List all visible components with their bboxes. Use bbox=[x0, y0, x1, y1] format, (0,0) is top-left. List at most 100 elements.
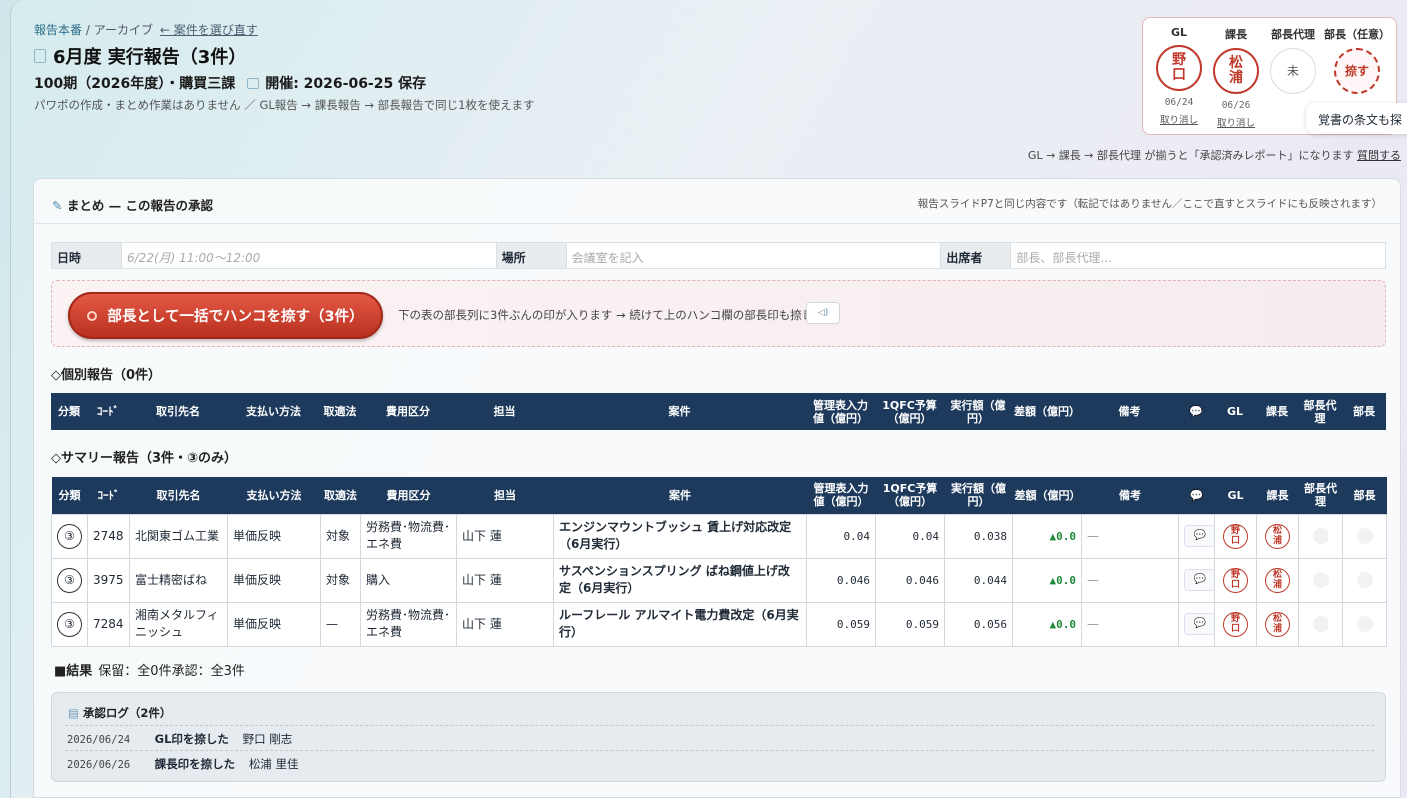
date-input[interactable]: 6/22(月) 11:00～12:00 bbox=[122, 243, 497, 268]
category-badge: ③ bbox=[57, 523, 82, 549]
cell-diff: ▲0.0 bbox=[1012, 557, 1082, 603]
header-col-memo: 備考 bbox=[1081, 477, 1179, 514]
cell-director bbox=[1342, 601, 1387, 647]
hanko-mark: 松 浦 bbox=[1272, 614, 1282, 634]
header-col-code: ｺｰﾄﾞ bbox=[87, 393, 129, 430]
breadcrumb: 報告本番 / アーカイブ ← 案件を選び直す bbox=[34, 21, 258, 38]
comment-button[interactable]: 💬 bbox=[1184, 569, 1214, 591]
header-col-manager: 課長 bbox=[1256, 393, 1298, 430]
header-col-cost: 費用区分 bbox=[360, 393, 456, 430]
hanko-deputy: 未 bbox=[1270, 48, 1316, 94]
card-title-text: まとめ — この報告の承認 bbox=[66, 198, 214, 213]
bulk-stamp-button[interactable]: 部長として一括でハンコを捺す（3件） bbox=[68, 292, 383, 339]
attendee-input[interactable]: 部長、部長代理… bbox=[1011, 243, 1385, 268]
speaker-icon[interactable]: ◁) bbox=[806, 302, 840, 324]
header-col-diff: 差額（億円） bbox=[1012, 477, 1082, 514]
deputy-hanko-empty[interactable] bbox=[1312, 528, 1329, 544]
cell-payment: 単価反映 bbox=[227, 601, 321, 647]
header-col-law: 取適法 bbox=[320, 393, 360, 430]
breadcrumb-home[interactable]: 報告本番 bbox=[34, 23, 82, 37]
director-hanko-empty[interactable] bbox=[1356, 616, 1373, 632]
place-input[interactable]: 会議室を記入 bbox=[567, 243, 942, 268]
stamp-deputy: 部長代理 未 bbox=[1265, 26, 1321, 94]
flow-text: GL → 課長 → 部長代理 が揃うと「承認済みレポート」になります bbox=[1027, 149, 1354, 162]
comment-icon: 💬 bbox=[1193, 530, 1207, 541]
header-col-code: ｺｰﾄﾞ bbox=[87, 477, 130, 514]
stamp-manager: 課長 松 浦 06/26 取り消し bbox=[1208, 26, 1264, 129]
cell-comment: 💬 bbox=[1178, 557, 1215, 603]
card-title: ✎ まとめ — この報告の承認 bbox=[52, 195, 213, 214]
comment-icon: 💬 bbox=[1193, 618, 1207, 629]
deputy-hanko-empty[interactable] bbox=[1312, 572, 1329, 588]
log-action: GL印を捺した bbox=[154, 732, 229, 746]
cell-manager: 松 浦 bbox=[1256, 513, 1299, 559]
gl-hanko: 野 口 bbox=[1223, 523, 1248, 549]
header-col-mgmt: 管理表入力値（億円） bbox=[806, 477, 876, 514]
header-col-category: 分類 bbox=[51, 477, 88, 514]
cell-manager: 松 浦 bbox=[1256, 601, 1299, 647]
director-hanko-empty[interactable] bbox=[1356, 572, 1373, 588]
place-label: 場所 bbox=[496, 243, 567, 268]
cell-code: 7284 bbox=[87, 601, 130, 647]
header-col-item: 案件 bbox=[553, 393, 806, 430]
bulk-stamp-desc: 下の表の部長列に3件ぶんの印が入ります → 続けて上のハンコ欄の部長印も捺します bbox=[398, 308, 837, 322]
meeting-date: 開催: 2026-06-25 保存 bbox=[265, 76, 427, 92]
header-col-comment: 💬 bbox=[1178, 477, 1215, 514]
gl-hanko: 野 口 bbox=[1223, 567, 1248, 593]
cell-diff: ▲0.0 bbox=[1012, 601, 1082, 647]
bulk-stamp-label: 部長として一括でハンコを捺す（3件） bbox=[107, 309, 364, 325]
header-col-owner: 担当 bbox=[456, 393, 553, 430]
cell-director bbox=[1342, 557, 1387, 603]
deputy-hanko-empty[interactable] bbox=[1312, 616, 1329, 632]
hanko-director-button[interactable]: 捺す bbox=[1334, 48, 1380, 94]
cell-payment: 単価反映 bbox=[227, 557, 321, 603]
hanko-mark: 松 浦 bbox=[1272, 526, 1282, 546]
header-col-fc: 1QFC予算（億円） bbox=[875, 477, 945, 514]
summary-card: ✎ まとめ — この報告の承認 報告スライドP7と同じ内容です（転記ではありませ… bbox=[33, 178, 1401, 798]
cancel-manager-link[interactable]: 取り消し bbox=[1208, 115, 1264, 129]
header-col-deputy: 部長代理 bbox=[1298, 393, 1342, 430]
hanko-mark: 松 浦 bbox=[1272, 570, 1282, 590]
cell-owner: 山下 蓮 bbox=[456, 601, 554, 647]
stamp-role: GL bbox=[1170, 26, 1188, 39]
cell-category: ③ bbox=[51, 601, 88, 647]
log-title: ▤ 承認ログ（2件） bbox=[68, 705, 171, 721]
header-col-item: 案件 bbox=[553, 477, 807, 514]
ask-question-link[interactable]: 質問する bbox=[1357, 149, 1401, 162]
period-label: 100期（2026年度）・購買三課 bbox=[34, 76, 236, 92]
cell-item: エンジンマウントブッシュ 賃上げ対応改定（6月実行） bbox=[553, 513, 807, 559]
back-link[interactable]: ← 案件を選び直す bbox=[160, 23, 258, 37]
page-title: 6月度 実行報告（3件） bbox=[34, 43, 246, 69]
cell-cost: 労務費･物流費･エネ費 bbox=[360, 601, 457, 647]
header-col-gl: GL bbox=[1214, 393, 1256, 430]
page-subtitle: パワポの作成・まとめ作業はありません ／ GL報告 → 課長報告 → 部長報告で… bbox=[34, 98, 535, 112]
cancel-gl-link[interactable]: 取り消し bbox=[1151, 112, 1207, 126]
cell-category: ③ bbox=[51, 513, 88, 559]
breadcrumb-sep: / bbox=[85, 23, 90, 37]
cell-mgmt: 0.04 bbox=[806, 513, 876, 559]
gl-hanko: 野 口 bbox=[1223, 611, 1248, 637]
comment-button[interactable]: 💬 bbox=[1184, 525, 1214, 547]
attendee-label: 出席者 bbox=[941, 243, 1012, 268]
log-entry: 2026/06/24 GL印を捺した 野口 剛志 bbox=[65, 725, 1374, 750]
breadcrumb-archive[interactable]: アーカイブ bbox=[94, 23, 153, 37]
comment-button[interactable]: 💬 bbox=[1184, 613, 1214, 635]
card-header: ✎ まとめ — この報告の承認 報告スライドP7と同じ内容です（転記ではありませ… bbox=[34, 179, 1400, 224]
manager-hanko: 松 浦 bbox=[1265, 523, 1290, 549]
stamp-date: 06/26 bbox=[1221, 100, 1251, 111]
header-col-gl: GL bbox=[1214, 477, 1257, 514]
cell-fc: 0.04 bbox=[875, 513, 945, 559]
category-badge: ③ bbox=[57, 611, 82, 637]
result-text: 保留：全0件承認：全3件 bbox=[98, 664, 245, 679]
stamp-role: 課長 bbox=[1225, 28, 1247, 41]
document-icon bbox=[34, 49, 46, 63]
cell-memo: — bbox=[1081, 513, 1179, 559]
cell-vendor: 北関東ゴム工業 bbox=[129, 513, 228, 559]
cell-item: サスペンションスプリング ばね鋼値上げ改定（6月実行） bbox=[553, 557, 807, 603]
header-col-manager: 課長 bbox=[1256, 477, 1299, 514]
header-col-payment: 支払い方法 bbox=[227, 477, 321, 514]
hanko-mark: 野 口 bbox=[1172, 52, 1186, 83]
director-hanko-empty[interactable] bbox=[1356, 528, 1373, 544]
category-badge: ③ bbox=[57, 567, 82, 593]
meeting-meta: 100期（2026年度）・購買三課 開催: 2026-06-25 保存 bbox=[34, 73, 426, 93]
